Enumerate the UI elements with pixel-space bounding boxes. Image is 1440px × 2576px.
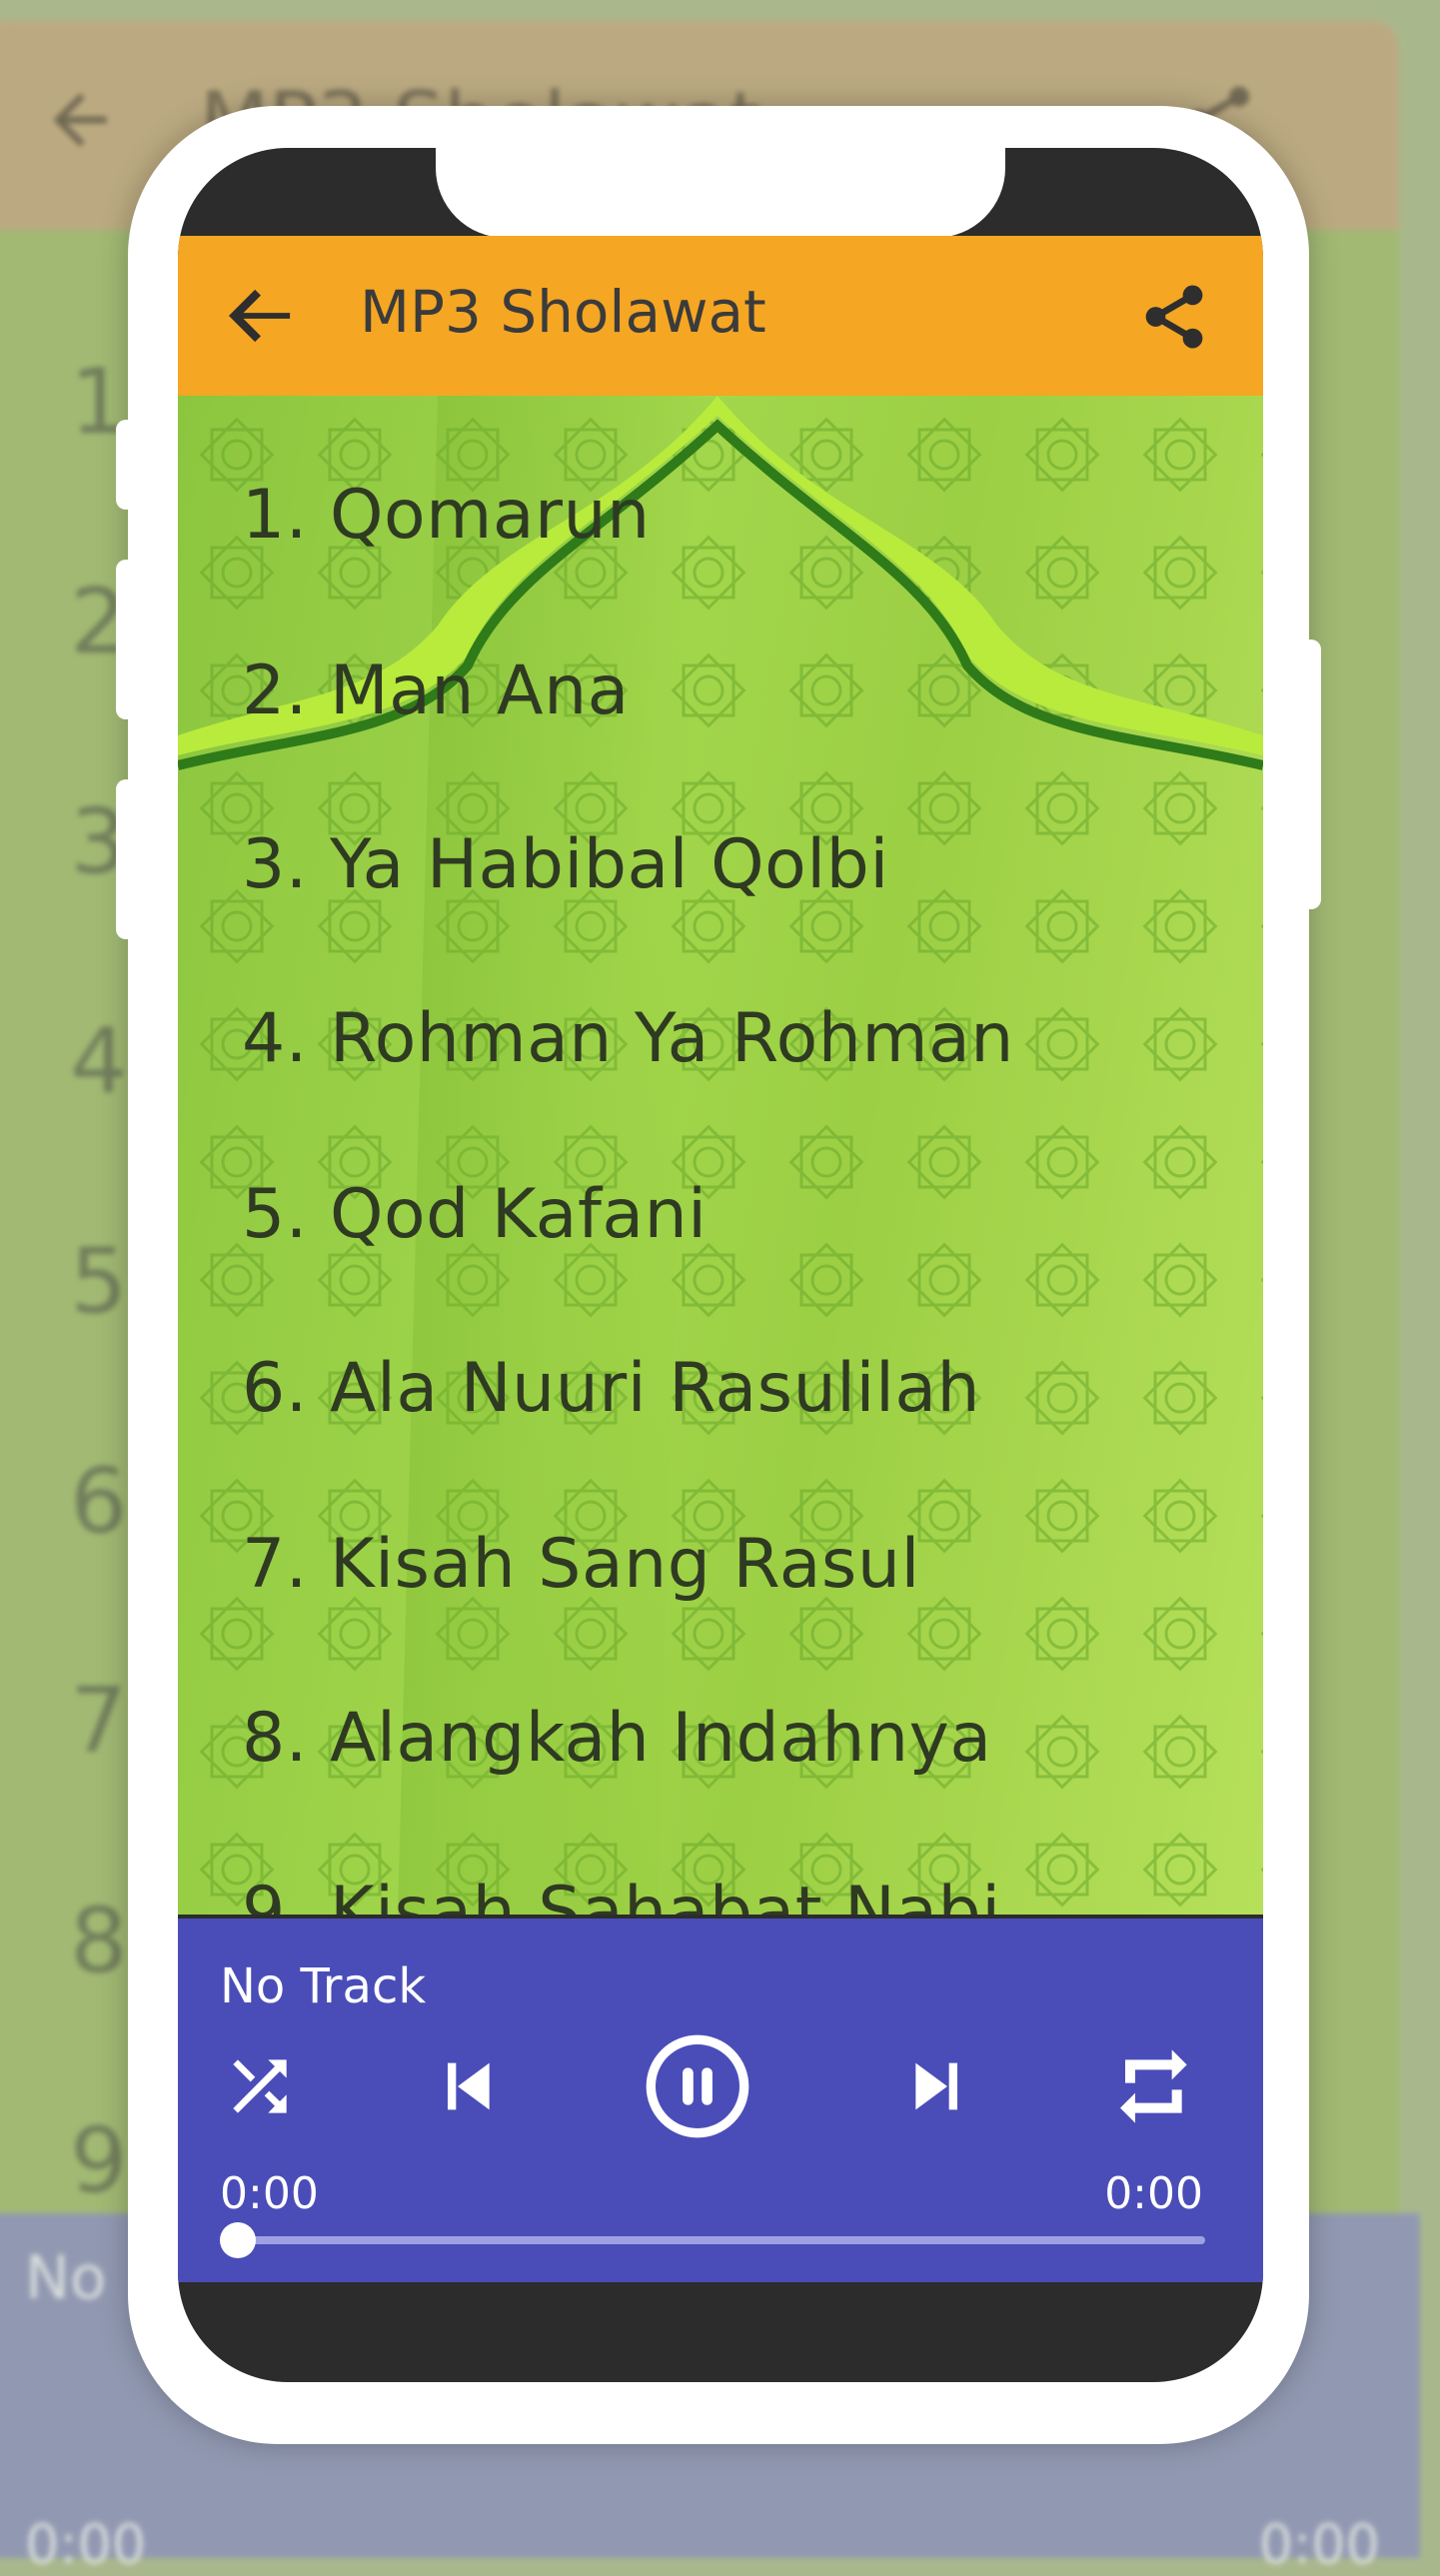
total-time: 0:00 bbox=[1104, 2168, 1203, 2219]
background-number: 7 bbox=[70, 1669, 128, 1774]
list-item[interactable]: 4. Rohman Ya Rohman bbox=[242, 999, 1014, 1078]
shuffle-icon[interactable] bbox=[220, 2046, 300, 2126]
skip-next-icon[interactable] bbox=[897, 2046, 977, 2126]
list-item[interactable]: 3. Ya Habibal Qolbi bbox=[242, 825, 889, 904]
background-arrow-left-icon bbox=[53, 93, 107, 147]
page-title: MP3 Sholawat bbox=[360, 278, 766, 346]
skip-previous-icon[interactable] bbox=[428, 2046, 508, 2126]
current-time: 0:00 bbox=[220, 2168, 319, 2219]
list-item[interactable]: 5. Qod Kafani bbox=[242, 1175, 708, 1254]
list-item[interactable]: 2. Man Ana bbox=[242, 651, 630, 730]
phone-screen: MP3 Sholawat 1. Qomarun 2. Man Ana 3. Ya… bbox=[178, 148, 1263, 2382]
seek-thumb[interactable] bbox=[220, 2222, 256, 2258]
list-item[interactable]: 8. Alangkah Indahnya bbox=[242, 1699, 992, 1778]
list-item[interactable]: 6. Ala Nuuri Rasulilah bbox=[242, 1349, 980, 1428]
phone-side-button bbox=[116, 779, 136, 939]
list-item[interactable]: 7. Kisah Sang Rasul bbox=[242, 1525, 920, 1604]
seek-bar[interactable] bbox=[236, 2236, 1205, 2244]
track-title: No Track bbox=[220, 1958, 427, 2014]
background-track: No bbox=[25, 2243, 107, 2313]
background-number: 6 bbox=[70, 1449, 128, 1554]
phone-side-button bbox=[116, 420, 136, 510]
arrow-left-icon[interactable] bbox=[226, 284, 296, 348]
app-bar: MP3 Sholawat bbox=[178, 236, 1263, 396]
phone-notch bbox=[436, 148, 1005, 238]
share-icon[interactable] bbox=[1137, 280, 1211, 354]
list-item[interactable]: 1. Qomarun bbox=[242, 476, 651, 555]
song-list[interactable]: 1. Qomarun 2. Man Ana 3. Ya Habibal Qolb… bbox=[178, 396, 1263, 1915]
background-number: 8 bbox=[70, 1889, 128, 1993]
decorative-pattern bbox=[178, 396, 1263, 1915]
pause-circle-icon[interactable] bbox=[642, 2030, 753, 2142]
background-number: 9 bbox=[70, 2108, 128, 2213]
background-time-right: 0:00 bbox=[1258, 2513, 1380, 2576]
music-player: No Track 0:00 0:00 bbox=[178, 1919, 1263, 2282]
repeat-icon[interactable] bbox=[1105, 2046, 1205, 2126]
background-time-left: 0:00 bbox=[25, 2513, 147, 2576]
phone-power-button bbox=[1299, 640, 1321, 909]
app-window: MP3 Sholawat 1. Qomarun 2. Man Ana 3. Ya… bbox=[178, 236, 1263, 2282]
background-number: 5 bbox=[70, 1229, 128, 1334]
list-item[interactable]: 9. Kisah Sahabat Nabi bbox=[242, 1873, 1001, 1915]
background-number: 4 bbox=[70, 1009, 128, 1114]
phone-side-button bbox=[116, 560, 136, 719]
